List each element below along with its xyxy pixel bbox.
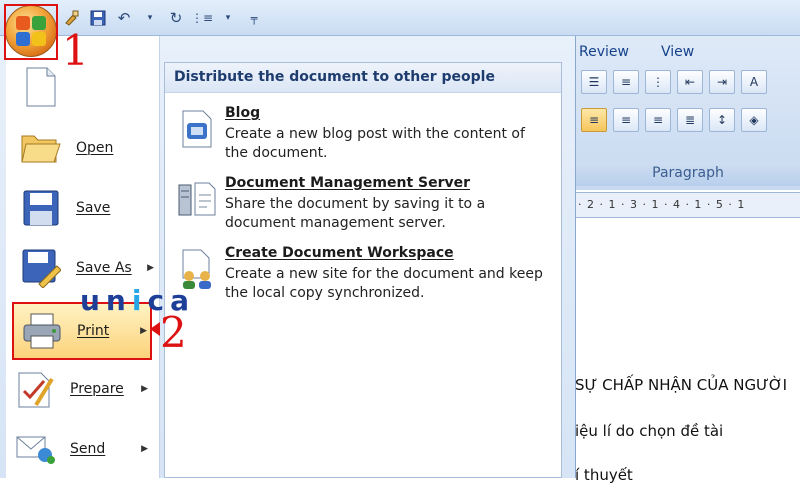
publish-submenu: Distribute the document to other people …	[164, 62, 562, 478]
decrease-indent-icon[interactable]: ⇤	[677, 70, 703, 94]
redo-icon[interactable]: ↻	[166, 8, 186, 28]
menu-item-label: Save	[76, 200, 111, 216]
submenu-header: Distribute the document to other people	[165, 63, 561, 93]
document-line: iệu lí do chọn đề tài	[575, 422, 724, 440]
align-center-icon[interactable]: ≡	[613, 108, 639, 132]
ribbon-tabs: Review View	[575, 36, 800, 66]
numbering-icon[interactable]: ≡	[613, 70, 639, 94]
quick-access-toolbar: ↶ ▾ ↻ ⋮≡ ▾ ╤	[62, 6, 264, 30]
callout-box-office-button	[4, 4, 58, 60]
server-icon	[177, 177, 217, 221]
dropdown-arrow-icon[interactable]: ▾	[218, 8, 238, 28]
line-spacing-icon[interactable]: ↕	[709, 108, 735, 132]
document-page[interactable]: SỰ CHẤP NHẬN CỦA NGƯỜI iệu lí do chọn đề…	[574, 218, 800, 484]
format-painter-icon[interactable]	[62, 8, 82, 28]
increase-indent-icon[interactable]: ⇥	[709, 70, 735, 94]
send-icon	[12, 426, 58, 472]
save-icon[interactable]	[88, 8, 108, 28]
title-bar: ↶ ▾ ↻ ⋮≡ ▾ ╤	[0, 0, 800, 36]
undo-icon[interactable]: ↶	[114, 8, 134, 28]
submenu-item-description: Create a new site for the document and k…	[225, 266, 543, 301]
submenu-item-create-document-workspace[interactable]: Create Document Workspace Create a new s…	[173, 245, 553, 311]
submenu-item-blog[interactable]: Blog Create a new blog post with the con…	[173, 105, 553, 171]
submenu-item-title: Document Management Server	[225, 175, 471, 191]
align-left-icon[interactable]: ≡	[581, 108, 607, 132]
blog-icon	[177, 107, 217, 151]
save-as-icon	[18, 245, 64, 291]
prepare-icon	[12, 366, 58, 412]
new-document-icon	[18, 64, 64, 110]
dropdown-arrow-icon[interactable]: ▾	[140, 8, 160, 28]
save-disk-icon	[18, 185, 64, 231]
submenu-item-document-management-server[interactable]: Document Management Server Share the doc…	[173, 175, 553, 241]
submenu-item-description: Create a new blog post with the content …	[225, 126, 525, 161]
tab-view[interactable]: View	[661, 44, 694, 66]
ribbon: Review View ☰ ≡ ⋮ ⇤ ⇥ A ≡ ≡ ≡ ≣ ↕ ◈ Para…	[574, 36, 800, 190]
menu-item-label: Prepare	[70, 381, 124, 397]
ribbon-group-label: Paragraph	[575, 162, 800, 186]
step-number-1: 1	[62, 26, 89, 75]
bullets-icon[interactable]: ☰	[581, 70, 607, 94]
ribbon-row-lists: ☰ ≡ ⋮ ⇤ ⇥ A	[575, 66, 800, 98]
office-menu: Open Save Save As ▶ Print ▶ Prepare ▶ Se…	[0, 36, 576, 478]
ribbon-row-align: ≡ ≡ ≡ ≣ ↕ ◈	[575, 104, 800, 136]
multilevel-list-icon[interactable]: ⋮	[645, 70, 671, 94]
document-line: í thuyết	[575, 466, 633, 484]
justify-icon[interactable]: ≣	[677, 108, 703, 132]
tab-review[interactable]: Review	[579, 44, 629, 66]
submenu-item-description: Share the document by saving it to a doc…	[225, 196, 486, 231]
submenu-arrow-icon: ▶	[141, 444, 148, 454]
numbering-icon[interactable]: ⋮≡	[191, 8, 213, 28]
shading-icon[interactable]: ◈	[741, 108, 767, 132]
menu-item-send[interactable]: Send ▶	[6, 420, 152, 478]
document-line: SỰ CHẤP NHẬN CỦA NGƯỜI	[575, 376, 788, 394]
menu-item-open[interactable]: Open	[12, 119, 158, 177]
align-right-icon[interactable]: ≡	[645, 108, 671, 132]
submenu-item-title: Create Document Workspace	[225, 245, 454, 261]
submenu-item-title: Blog	[225, 105, 261, 121]
callout-pointer-icon	[150, 322, 160, 336]
menu-item-prepare[interactable]: Prepare ▶	[6, 360, 152, 418]
open-folder-icon	[18, 125, 64, 171]
sort-icon[interactable]: A	[741, 70, 767, 94]
submenu-arrow-icon: ▶	[141, 384, 148, 394]
menu-item-label: Open	[76, 140, 114, 156]
menu-item-label: Send	[70, 441, 106, 457]
menu-item-save[interactable]: Save	[12, 179, 158, 237]
ruler: · 2 · 1 · 3 · 1 · 4 · 1 · 5 · 1	[574, 192, 800, 218]
unica-watermark-logo: unica	[80, 284, 195, 317]
customize-toolbar-icon[interactable]: ╤	[244, 8, 264, 28]
menu-item-label: Save As	[76, 260, 132, 276]
submenu-arrow-icon: ▶	[147, 263, 154, 273]
